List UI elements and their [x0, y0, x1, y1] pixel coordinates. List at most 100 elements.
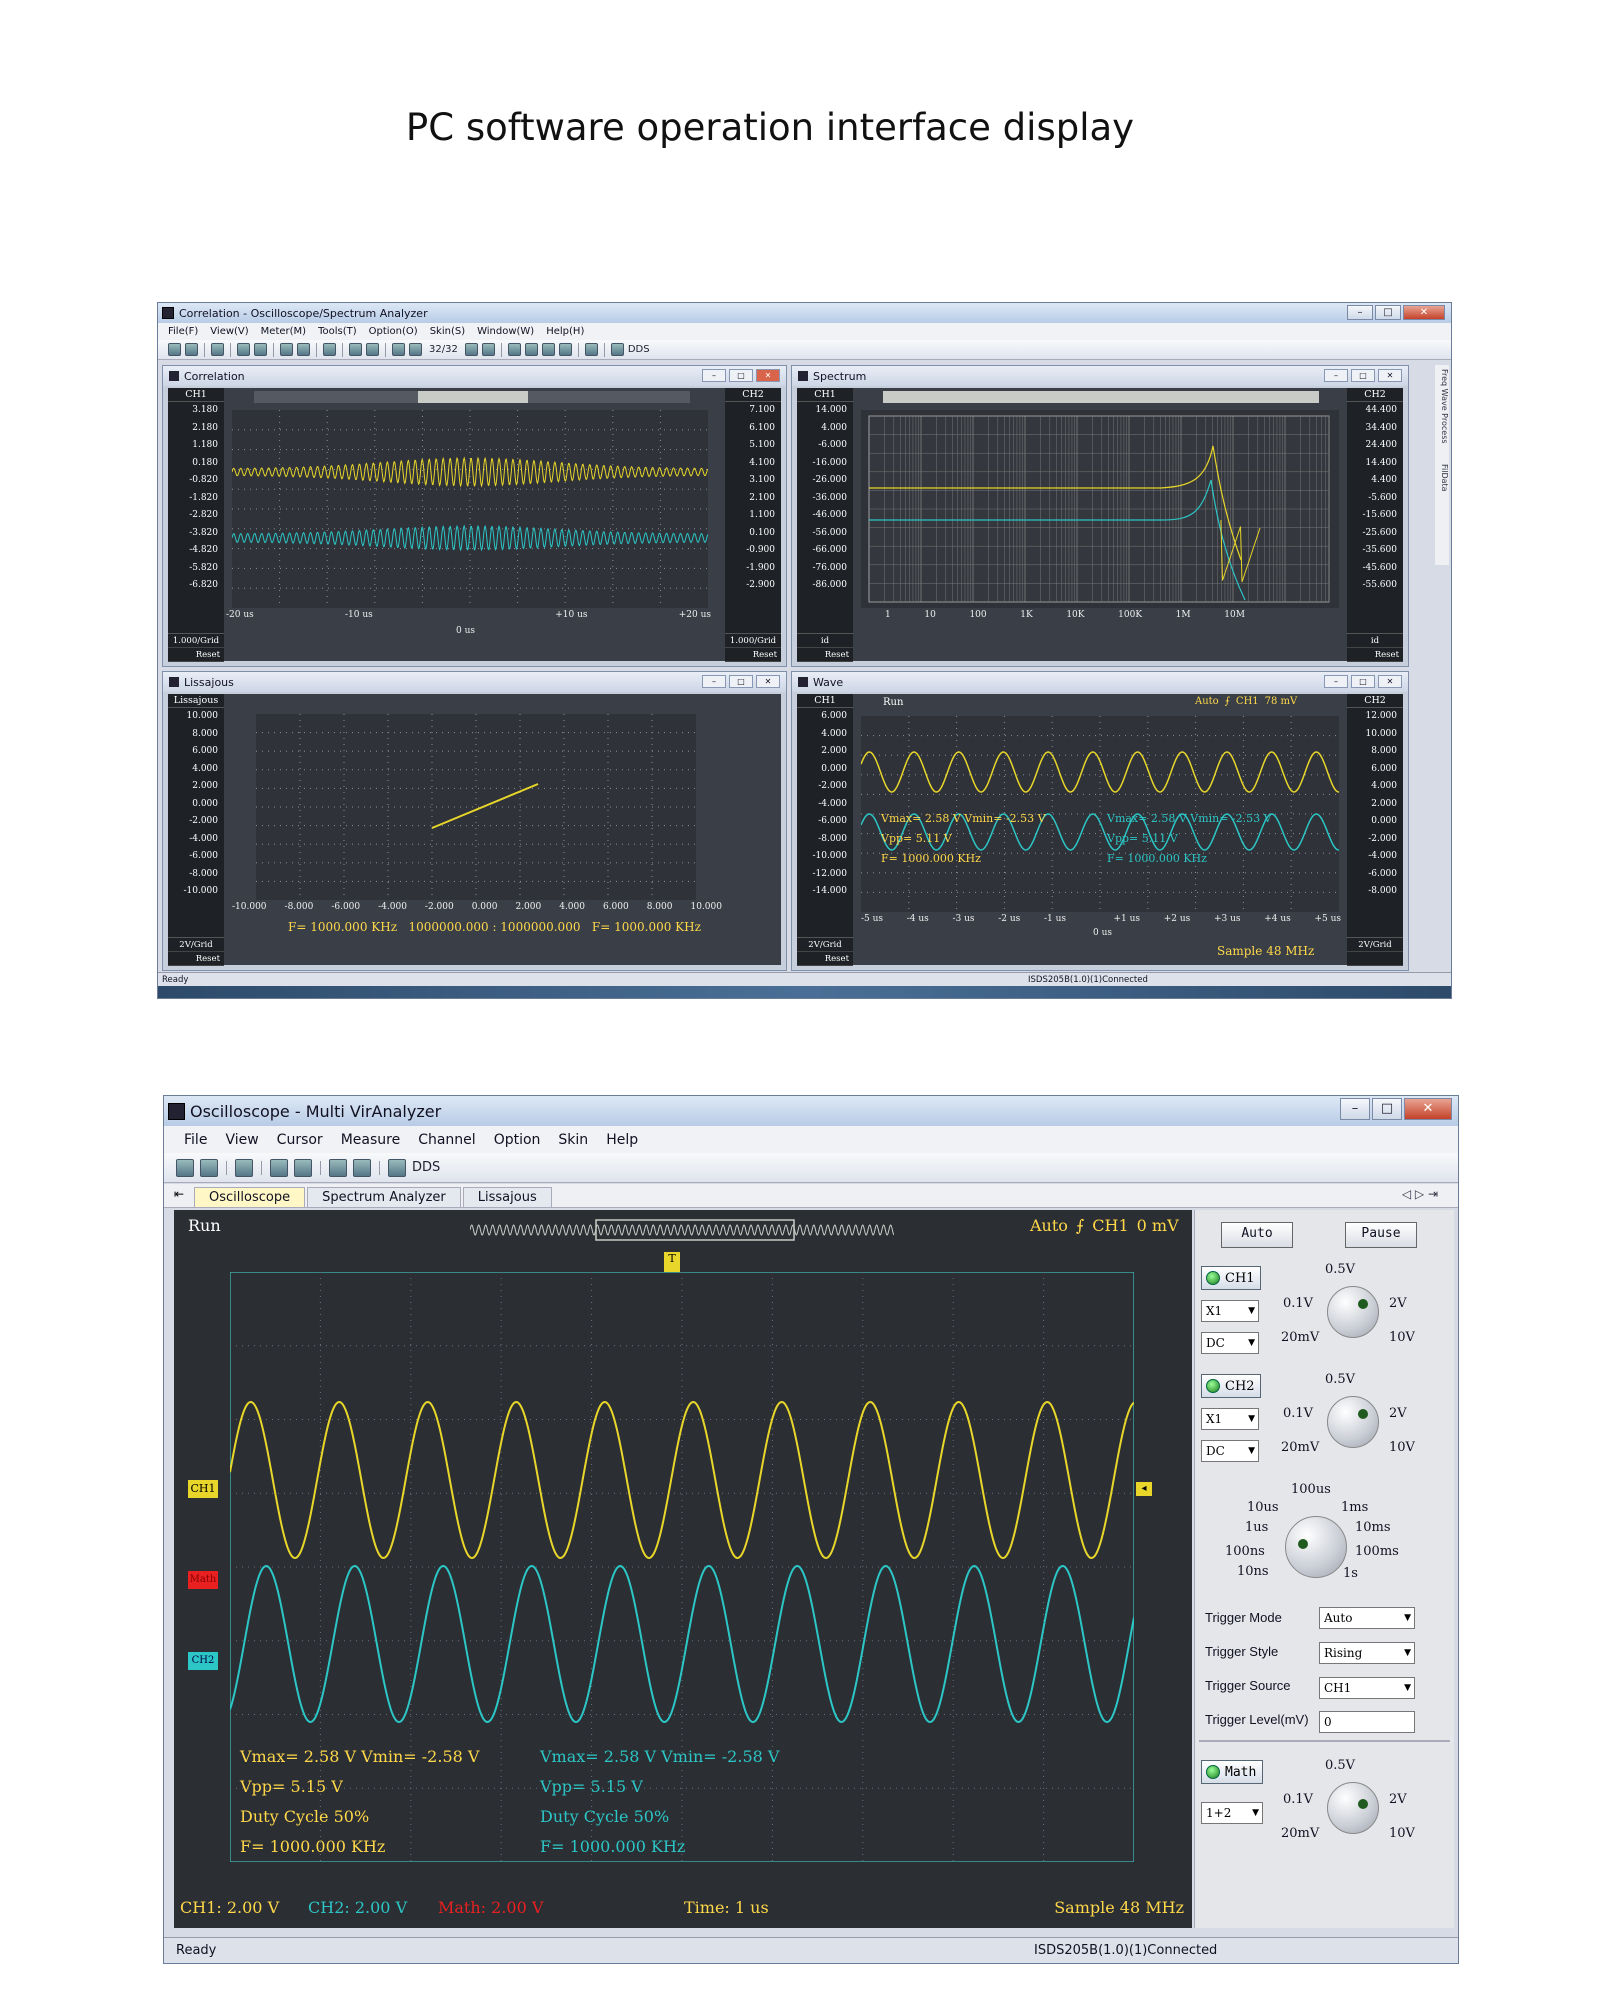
close-button[interactable]: ✕	[1404, 1098, 1452, 1120]
pane-titlebar[interactable]: Spectrum – □ ✕	[792, 366, 1408, 386]
grid-scale[interactable]: id	[797, 634, 853, 648]
grid-icon[interactable]	[329, 1158, 347, 1177]
side-tab[interactable]: FilData	[1440, 464, 1449, 492]
pane-restore-button[interactable]: □	[729, 369, 753, 382]
pane-restore-button[interactable]: □	[1351, 675, 1375, 688]
ch1-coupling-select[interactable]: DC ▼	[1201, 1332, 1259, 1354]
save-icon[interactable]	[185, 343, 198, 356]
grid-scale[interactable]: 2V/Grid	[1347, 938, 1403, 952]
window-titlebar[interactable]: Oscilloscope - Multi VirAnalyzer – □ ✕	[164, 1096, 1458, 1126]
ch2-coupling-select[interactable]: DC ▼	[1201, 1440, 1259, 1462]
memory-overview[interactable]	[470, 1218, 894, 1242]
cursor-icon[interactable]	[323, 343, 336, 356]
pane-titlebar[interactable]: Wave – □ ✕	[792, 672, 1408, 692]
menu-skin[interactable]: Skin(S)	[430, 326, 465, 337]
grid-scale[interactable]: 1.000/Grid	[168, 634, 224, 648]
pane-titlebar[interactable]: Lissajous – □ ✕	[163, 672, 786, 692]
bars-icon[interactable]	[541, 343, 555, 356]
window-titlebar[interactable]: Correlation - Oscilloscope/Spectrum Anal…	[158, 303, 1451, 323]
menu-option[interactable]: Option(O)	[369, 326, 418, 337]
grid-icon[interactable]	[280, 343, 293, 356]
pause-button[interactable]: Pause	[1345, 1222, 1417, 1248]
side-tab[interactable]: Freq Wave Process	[1440, 369, 1449, 444]
scroll-overview[interactable]	[883, 391, 1319, 403]
math-operation-select[interactable]: 1+2 ▼	[1201, 1802, 1263, 1824]
grid-scale[interactable]: 1.000/Grid	[725, 634, 781, 648]
zoom-out-icon[interactable]	[254, 343, 267, 356]
pane-minimize-button[interactable]: –	[1324, 675, 1348, 688]
pane-minimize-button[interactable]: –	[702, 675, 726, 688]
reset-button[interactable]: Reset	[168, 648, 224, 662]
window-cascade-icon[interactable]	[366, 343, 379, 356]
ch2-probe-select[interactable]: X1 ▼	[1201, 1408, 1259, 1430]
menu-tools[interactable]: Tools(T)	[318, 326, 357, 337]
menu-help[interactable]: Help(H)	[546, 326, 584, 337]
auto-button[interactable]: Auto	[1221, 1222, 1293, 1248]
menu-view[interactable]: View(V)	[210, 326, 248, 337]
tab-nav-icons[interactable]: ◁ ▷ ⇥	[1402, 1187, 1438, 1201]
layout-icon[interactable]	[353, 1158, 371, 1177]
pane-restore-button[interactable]: □	[1351, 369, 1375, 382]
trigger-source-select[interactable]: CH1 ▼	[1319, 1677, 1415, 1699]
last-frame-icon[interactable]	[481, 343, 495, 356]
save-icon[interactable]	[200, 1158, 218, 1177]
trigger-time-marker[interactable]: T	[664, 1252, 680, 1272]
menu-channel[interactable]: Channel	[418, 1132, 475, 1148]
menu-file[interactable]: File	[184, 1132, 207, 1148]
maximize-button[interactable]: □	[1372, 1098, 1402, 1120]
zoom-in-icon[interactable]	[270, 1158, 288, 1177]
grid-scale[interactable]: id	[1347, 634, 1403, 648]
pane-minimize-button[interactable]: –	[702, 369, 726, 382]
zoom-in-icon[interactable]	[237, 343, 250, 356]
reset-button[interactable]: Reset	[797, 952, 853, 966]
ch2-marker[interactable]: CH2	[188, 1652, 218, 1670]
export-icon[interactable]	[558, 343, 572, 356]
math-marker[interactable]: Math	[188, 1571, 218, 1589]
menu-skin[interactable]: Skin	[558, 1132, 588, 1148]
open-icon[interactable]	[176, 1158, 194, 1177]
math-toggle-button[interactable]: Math	[1201, 1760, 1263, 1784]
grid-scale[interactable]: 2V/Grid	[797, 938, 853, 952]
ch1-toggle-button[interactable]: CH1	[1201, 1266, 1261, 1290]
dds-icon[interactable]	[388, 1158, 406, 1177]
pane-minimize-button[interactable]: –	[1324, 369, 1348, 382]
menu-cursor[interactable]: Cursor	[277, 1132, 323, 1148]
menu-file[interactable]: File(F)	[168, 326, 198, 337]
layout-icon[interactable]	[297, 343, 310, 356]
zoom-out-icon[interactable]	[294, 1158, 312, 1177]
table-icon[interactable]	[524, 343, 538, 356]
close-button[interactable]: ✕	[1403, 305, 1445, 320]
menu-window[interactable]: Window(W)	[477, 326, 534, 337]
side-panel-tabs[interactable]: Freq Wave Process FilData	[1435, 365, 1449, 565]
math-volts-knob[interactable]	[1327, 1782, 1379, 1834]
time-base-knob[interactable]	[1285, 1516, 1347, 1578]
record-icon[interactable]	[584, 343, 598, 356]
pane-titlebar[interactable]: Correlation – □ ✕	[163, 366, 786, 386]
maximize-button[interactable]: □	[1375, 305, 1401, 320]
scroll-overview[interactable]	[254, 391, 690, 403]
minimize-button[interactable]: –	[1347, 305, 1373, 320]
open-icon[interactable]	[168, 343, 181, 356]
ch1-probe-select[interactable]: X1 ▼	[1201, 1300, 1259, 1322]
ch1-marker[interactable]: CH1	[188, 1480, 218, 1498]
menu-option[interactable]: Option	[494, 1132, 541, 1148]
prev-frame-icon[interactable]	[392, 343, 405, 356]
menu-view[interactable]: View	[225, 1132, 258, 1148]
scroll-thumb[interactable]	[418, 391, 528, 403]
menu-measure[interactable]: Measure	[341, 1132, 401, 1148]
first-frame-icon[interactable]	[464, 343, 478, 356]
dds-icon[interactable]	[610, 343, 624, 356]
pane-close-button[interactable]: ✕	[1378, 369, 1402, 382]
dds-label[interactable]: DDS	[628, 344, 650, 355]
reset-button[interactable]: Reset	[797, 648, 853, 662]
reset-button[interactable]: Reset	[725, 648, 781, 662]
menu-meter[interactable]: Meter(M)	[261, 326, 306, 337]
reset-button[interactable]	[1347, 952, 1403, 966]
minimize-button[interactable]: –	[1340, 1098, 1370, 1120]
tab-oscilloscope[interactable]: Oscilloscope	[194, 1187, 306, 1207]
ch2-volts-knob[interactable]	[1327, 1396, 1379, 1448]
trigger-style-select[interactable]: Rising ▼	[1319, 1642, 1415, 1664]
pane-restore-button[interactable]: □	[729, 675, 753, 688]
first-tab-icon[interactable]: ⇤	[174, 1187, 184, 1201]
chart-icon[interactable]	[507, 343, 521, 356]
